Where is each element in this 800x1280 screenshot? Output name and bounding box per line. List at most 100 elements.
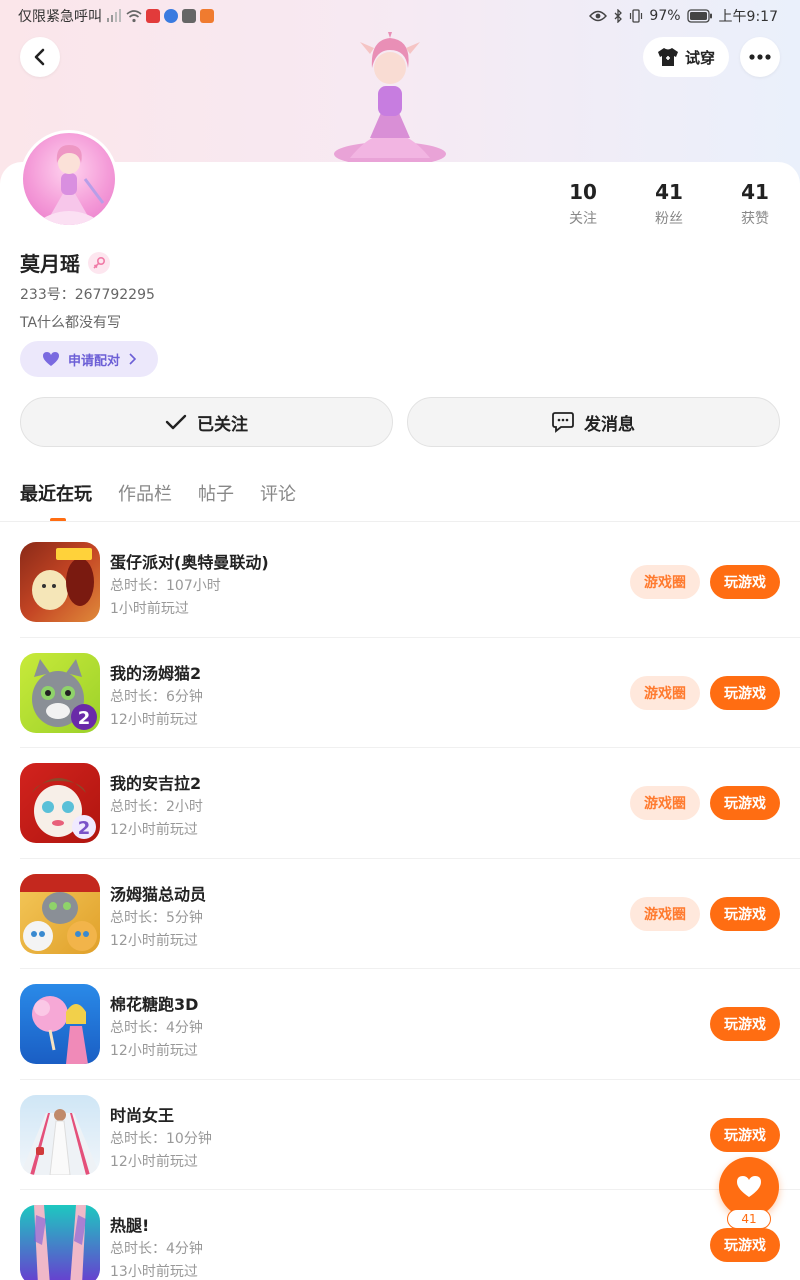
chevron-left-icon: [34, 48, 45, 66]
clock-time: 上午9:17: [718, 9, 778, 25]
stat-value: 41: [655, 180, 683, 204]
eggy-party-game-icon: [20, 542, 100, 622]
list-item[interactable]: 汤姆猫总动员 总时长：5分钟 12小时前玩过 游戏圈 玩游戏: [0, 859, 800, 969]
profile-name: 莫月瑶: [20, 252, 80, 276]
mail-notification-icon: [182, 9, 196, 23]
game-duration: 总时长：10分钟: [110, 1130, 212, 1147]
game-last-played: 1小时前玩过: [110, 601, 189, 617]
chevron-right-icon: [129, 353, 136, 365]
fashion-queen-game-icon: [20, 1094, 100, 1175]
back-button[interactable]: [20, 37, 60, 77]
mic-notification-icon: [146, 9, 160, 23]
list-item[interactable]: 棉花糖跑3D 总时长：4分钟 12小时前玩过 玩游戏: [0, 969, 800, 1080]
tall-man-run-game-icon: [20, 1205, 100, 1280]
list-item[interactable]: 蛋仔派对(奥特曼联动) 总时长：107小时 1小时前玩过 游戏圈 玩游戏: [0, 527, 800, 638]
play-game-button[interactable]: 玩游戏: [710, 675, 780, 710]
play-game-button[interactable]: 玩游戏: [710, 565, 780, 599]
tab-comments[interactable]: 评论: [260, 480, 296, 506]
stat-value: 10: [569, 180, 597, 204]
avatar[interactable]: [20, 130, 118, 228]
stat-followers[interactable]: 41 粉丝: [626, 180, 712, 228]
more-dots-icon: [749, 54, 771, 60]
game-circle-button[interactable]: 游戏圈: [630, 896, 700, 931]
game-last-played: 13小时前玩过: [110, 1264, 198, 1280]
game-last-played: 12小时前玩过: [110, 1153, 198, 1170]
followed-button[interactable]: 已关注: [20, 397, 393, 447]
tryon-button[interactable]: 试穿: [643, 37, 729, 77]
game-name: 棉花糖跑3D: [110, 995, 199, 1014]
tab-recently-played[interactable]: 最近在玩: [20, 480, 92, 506]
game-name: 热腿!: [110, 1216, 150, 1235]
game-duration: 总时长：107小时: [110, 578, 221, 594]
checkmark-icon: [165, 414, 187, 430]
wifi-icon: [126, 10, 142, 23]
game-name: 蛋仔派对(奥特曼联动): [110, 553, 269, 572]
game-name: 汤姆猫总动员: [110, 884, 207, 904]
female-gender-icon: [88, 251, 110, 274]
battery-percent: 97%: [649, 8, 681, 24]
like-count-badge: 41: [727, 1209, 771, 1229]
status-left: 仅限紧急呼叫: [18, 6, 214, 26]
game-duration: 总时长：5分钟: [110, 909, 203, 926]
profile-bio: TA什么都没有写: [20, 315, 122, 331]
stat-likes[interactable]: 41 获赞: [712, 180, 798, 228]
more-button[interactable]: [740, 37, 780, 77]
game-duration: 总时长：4分钟: [110, 1020, 203, 1036]
stat-label: 关注: [569, 211, 597, 227]
battery-icon: [686, 9, 712, 23]
play-game-button[interactable]: 玩游戏: [710, 786, 780, 820]
vibrate-icon: [630, 9, 643, 23]
tshirt-icon: [657, 48, 678, 66]
stat-label: 获赞: [741, 211, 769, 227]
play-game-button[interactable]: 玩游戏: [710, 1117, 780, 1152]
game-circle-button[interactable]: 游戏圈: [630, 675, 700, 710]
uid-value: 267792295: [74, 287, 155, 303]
stat-following[interactable]: 10 关注: [540, 180, 626, 228]
pair-label: 申请配对: [67, 353, 120, 369]
uid-row: 233号：267792295: [20, 284, 155, 304]
status-right: 97% 上午9:17: [589, 6, 778, 26]
play-game-button[interactable]: 玩游戏: [710, 896, 780, 931]
list-item[interactable]: 热腿! 总时长：4分钟 13小时前玩过 玩游戏: [0, 1190, 800, 1280]
heart-icon: [42, 352, 59, 366]
tab-works[interactable]: 作品栏: [118, 480, 172, 506]
game-circle-button[interactable]: 游戏圈: [630, 786, 700, 820]
heart-icon: [737, 1176, 761, 1197]
signal-icon: [107, 9, 121, 22]
play-game-button[interactable]: 玩游戏: [710, 1228, 780, 1262]
talking-tom-friends-game-icon: [20, 873, 100, 954]
list-item[interactable]: 2 我的安吉拉2 总时长：2小时 12小时前玩过 游戏圈 玩游戏: [0, 748, 800, 859]
bluetooth-icon: [614, 9, 623, 23]
send-message-button[interactable]: 发消息: [407, 397, 780, 447]
list-item[interactable]: 2 我的汤姆猫2 总时长：6分钟 12小时前玩过 游戏圈 玩游戏: [0, 638, 800, 748]
carrier-text: 仅限紧急呼叫: [18, 9, 102, 25]
followed-label: 已关注: [197, 414, 248, 435]
game-name: 我的安吉拉2: [110, 774, 202, 793]
stat-value: 41: [741, 180, 769, 204]
tryon-label: 试穿: [684, 48, 715, 67]
svg-text:2: 2: [78, 708, 91, 729]
name-row: 莫月瑶: [20, 248, 110, 277]
game-circle-button[interactable]: 游戏圈: [630, 565, 700, 599]
game-duration: 总时长：2小时: [110, 799, 203, 815]
like-fab-button[interactable]: [719, 1157, 779, 1217]
my-talking-tom-2-game-icon: 2: [20, 652, 100, 733]
music-notification-icon: [164, 9, 178, 23]
uid-label: 233号：: [20, 287, 75, 303]
apply-pair-button[interactable]: 申请配对: [20, 341, 158, 377]
play-notification-icon: [200, 9, 214, 23]
list-item[interactable]: 时尚女王 总时长：10分钟 12小时前玩过 玩游戏: [0, 1080, 800, 1190]
game-name: 我的汤姆猫2: [110, 663, 202, 683]
profile-tabs: 最近在玩 作品栏 帖子 评论: [20, 480, 296, 506]
tab-posts[interactable]: 帖子: [198, 480, 234, 506]
game-duration: 总时长：6分钟: [110, 688, 203, 705]
game-last-played: 12小时前玩过: [110, 711, 198, 728]
stat-label: 粉丝: [655, 211, 683, 227]
chat-bubble-icon: [552, 412, 574, 433]
game-last-played: 12小时前玩过: [110, 822, 198, 838]
cotton-candy-run-3d-game-icon: [20, 984, 100, 1064]
character-avatar-figure: [330, 28, 450, 166]
play-game-button[interactable]: 玩游戏: [710, 1007, 780, 1041]
game-name: 时尚女王: [110, 1105, 175, 1125]
game-last-played: 12小时前玩过: [110, 1043, 198, 1059]
